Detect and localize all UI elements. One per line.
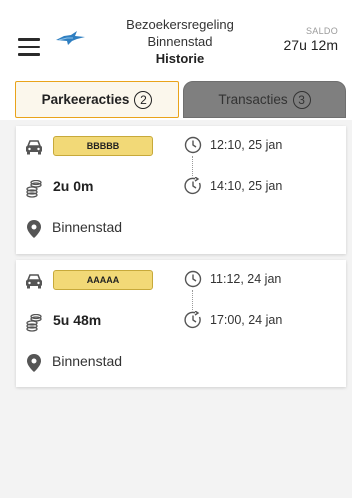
tab-parkeeracties[interactable]: Parkeeracties 2 xyxy=(15,81,179,118)
parking-duration: 5u 48m xyxy=(53,312,102,328)
hamburger-menu-icon[interactable] xyxy=(18,38,40,56)
tab-transacties[interactable]: Transacties 3 xyxy=(183,81,346,118)
parking-end-time: 17:00, 24 jan xyxy=(210,313,283,327)
coins-icon xyxy=(26,314,42,332)
title-line1: Bezoekersregeling xyxy=(126,17,234,32)
car-icon xyxy=(26,274,42,289)
coins-icon xyxy=(26,180,42,198)
bird-logo-icon xyxy=(56,31,85,45)
clock-icon xyxy=(184,270,202,288)
saldo-value: 27u 12m xyxy=(283,37,338,53)
parking-duration: 2u 0m xyxy=(53,178,94,194)
clock-forward-icon xyxy=(184,311,201,329)
car-icon xyxy=(26,140,42,155)
clock-forward-icon xyxy=(184,177,201,195)
time-connector xyxy=(192,290,194,310)
parking-location: Binnenstad xyxy=(52,219,123,235)
time-connector xyxy=(192,156,194,176)
tab-label: Transacties xyxy=(218,92,288,107)
parking-location: Binnenstad xyxy=(52,353,123,369)
location-pin-icon xyxy=(27,220,41,238)
tab-count-badge: 2 xyxy=(134,90,153,109)
location-pin-icon xyxy=(27,354,41,372)
parking-card[interactable]: AAAAA 5u 48m Binnenstad 11:12, 24 jan 17… xyxy=(16,260,346,387)
parking-end-time: 14:10, 25 jan xyxy=(210,179,283,193)
parking-start-time: 12:10, 25 jan xyxy=(210,138,283,152)
saldo-label: SALDO xyxy=(305,26,338,36)
parking-card[interactable]: BBBBB 2u 0m Binnenstad 12:10, 25 jan 14:… xyxy=(16,126,346,254)
page-title: Bezoekersregeling Binnenstad Historie xyxy=(100,16,260,67)
saldo-block: SALDO 27u 12m xyxy=(284,26,338,53)
app-header: Bezoekersregeling Binnenstad Historie SA… xyxy=(0,0,352,76)
clock-icon xyxy=(184,136,202,154)
license-plate: BBBBB xyxy=(53,136,153,156)
tab-bar: Parkeeracties 2 Transacties 3 xyxy=(0,76,352,120)
parking-start-time: 11:12, 24 jan xyxy=(210,272,282,286)
tab-count-badge: 3 xyxy=(292,90,311,109)
tab-label: Parkeeracties xyxy=(41,92,130,107)
title-line2: Binnenstad xyxy=(147,34,213,49)
license-plate: AAAAA xyxy=(53,270,153,290)
page-subtitle: Historie xyxy=(155,51,205,66)
